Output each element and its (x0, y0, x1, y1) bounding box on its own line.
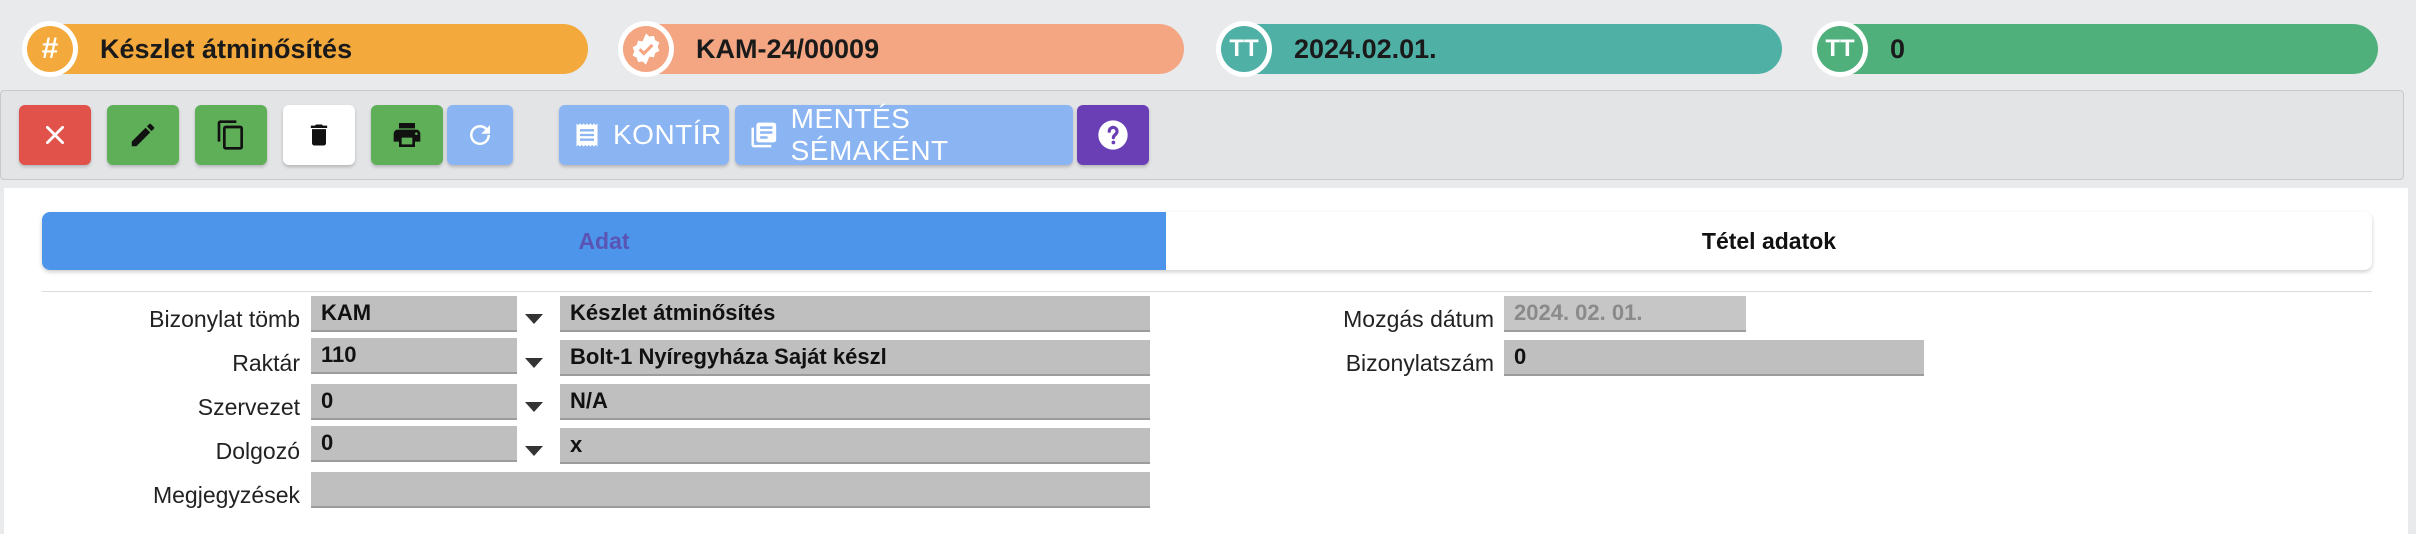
save-as-schema-label: MENTÉS SÉMAKÉNT (790, 103, 949, 166)
printer-icon (393, 123, 421, 147)
raktar-name: Bolt-1 Nyíregyháza Saját készl (560, 340, 1150, 376)
toolbar: KONTÍR MENTÉS SÉMAKÉNT (0, 90, 2404, 180)
raktar-select[interactable]: 110 (311, 338, 517, 374)
dolgozo-label: Dolgozó (215, 438, 300, 464)
tab-tetel-adatok[interactable]: Tétel adatok (1166, 212, 2372, 270)
refresh-icon (470, 125, 490, 145)
copy-icon (217, 120, 243, 150)
document-type-text: Készlet átminősítés (100, 33, 353, 64)
close-icon (46, 126, 64, 144)
copy-button[interactable] (195, 105, 267, 165)
content-panel: Adat Tétel adatok Bizonylat tömb Raktár … (4, 188, 2408, 534)
chevron-down-icon[interactable] (525, 402, 543, 412)
edit-button[interactable] (107, 105, 179, 165)
raktar-label: Raktár (232, 350, 300, 376)
save-as-schema-button[interactable]: MENTÉS SÉMAKÉNT (735, 103, 1073, 166)
divider (42, 291, 2372, 292)
verified-badge-icon (623, 26, 669, 72)
delete-button[interactable] (283, 105, 355, 165)
text-icon-wrap: TT (1216, 21, 1272, 77)
szervezet-name: N/A (560, 384, 1150, 420)
count-text: 0 (1890, 33, 1906, 64)
document-copy-icon (751, 122, 777, 148)
szervezet-label: Szervezet (197, 394, 300, 420)
trash-icon (310, 124, 328, 146)
dolgozo-select[interactable]: 0 (311, 426, 517, 462)
print-button[interactable] (371, 105, 443, 165)
chevron-down-icon[interactable] (525, 446, 543, 456)
bizonylat-tomb-label: Bizonylat tömb (149, 306, 300, 332)
verified-icon-wrap (618, 21, 674, 77)
mozgas-datum-field: 2024. 02. 01. (1504, 296, 1746, 332)
document-number-text: KAM-24/00009 (696, 33, 880, 64)
chevron-down-icon[interactable] (525, 314, 543, 324)
document-type-pill: # Készlet átminősítés (22, 21, 588, 77)
tab-adat[interactable]: Adat (42, 212, 1166, 270)
mozgas-datum-label: Mozgás dátum (1343, 306, 1494, 332)
dolgozo-name: x (560, 428, 1150, 464)
count-pill: TT 0 (1812, 21, 2378, 77)
close-button[interactable] (19, 105, 91, 165)
receipt-icon (576, 123, 598, 147)
text-type-icon: TT (1221, 26, 1267, 72)
text-type-icon: TT (1817, 26, 1863, 72)
megjegyzesek-input[interactable] (311, 472, 1150, 508)
document-number-pill: KAM-24/00009 (618, 21, 1184, 77)
bizonylatszam-field[interactable]: 0 (1504, 340, 1924, 376)
megjegyzesek-label: Megjegyzések (152, 482, 300, 508)
chevron-down-icon[interactable] (525, 358, 543, 368)
date-text: 2024.02.01. (1294, 33, 1437, 64)
kontir-button[interactable]: KONTÍR (559, 105, 729, 165)
hash-icon: # (27, 26, 73, 72)
bizonylat-tomb-select[interactable]: KAM (311, 296, 517, 332)
tab-bar: Adat Tétel adatok (42, 212, 2372, 270)
date-pill: TT 2024.02.01. (1216, 21, 1782, 77)
pencil-icon (131, 123, 155, 147)
hash-icon-wrap: # (22, 21, 78, 77)
help-icon (1098, 120, 1128, 150)
refresh-button[interactable] (447, 105, 513, 165)
bizonylatszam-label: Bizonylatszám (1345, 350, 1494, 376)
bizonylat-tomb-name: Készlet átminősítés (560, 296, 1150, 332)
help-button[interactable] (1077, 105, 1149, 165)
text-icon-wrap-2: TT (1812, 21, 1868, 77)
kontir-label: KONTÍR (613, 119, 722, 150)
szervezet-select[interactable]: 0 (311, 384, 517, 420)
